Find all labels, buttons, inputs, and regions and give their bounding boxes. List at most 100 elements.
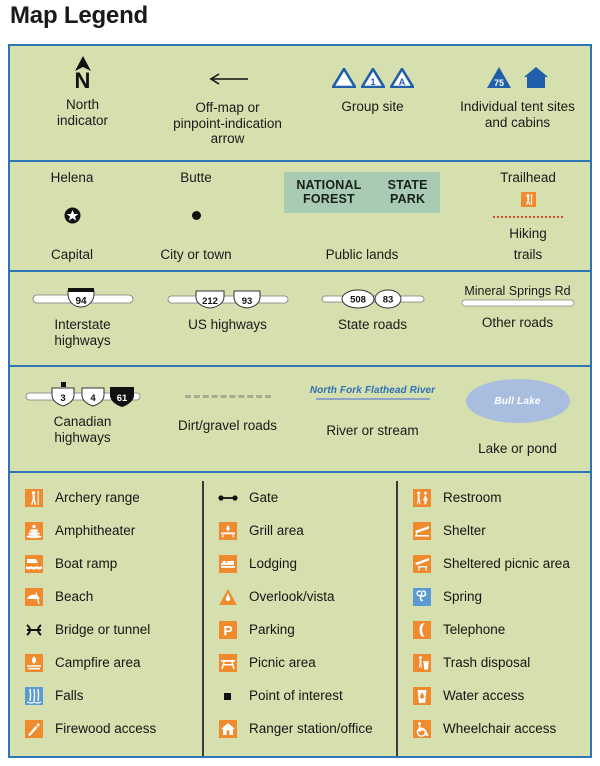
- public-lands-label: Public lands: [325, 246, 399, 262]
- symbol-label: Amphitheater: [55, 523, 136, 538]
- interstate-label-line1: Interstate: [54, 317, 111, 332]
- sp-line2: PARK: [389, 192, 426, 206]
- water-access-icon: [412, 686, 432, 706]
- symbol-archery-range: Archery range: [24, 481, 196, 514]
- symbol-trash-disposal: Trash disposal: [412, 646, 584, 679]
- river-name: North Fork Flathead River: [309, 385, 436, 396]
- legend-item-interstate: 94 Interstate highways: [10, 272, 155, 365]
- archery-range-icon: [24, 488, 44, 508]
- public-lands-box: NATIONAL FOREST STATE PARK: [284, 172, 440, 213]
- us-highways-label: US highways: [188, 317, 267, 332]
- symbol-amphitheater: Amphitheater: [24, 514, 196, 547]
- trailhead-label-line1: Hiking: [509, 226, 547, 242]
- legend-item-state-roads: 508 83 State roads: [300, 272, 445, 365]
- public-lands-state-park: STATE PARK: [388, 178, 428, 206]
- tent-site-icon: 75: [486, 66, 549, 89]
- symbol-spring: Spring: [412, 580, 584, 613]
- symbol-label: Telephone: [443, 622, 506, 637]
- symbol-picnic-area: Picnic area: [218, 646, 390, 679]
- svg-text:75: 75: [494, 78, 504, 88]
- symbol-label: Ranger station/office: [249, 721, 373, 736]
- group-site-triangle-icon: 1 A: [331, 68, 414, 88]
- symbol-shelter: Shelter: [412, 514, 584, 547]
- symbol-ranger-station: Ranger station/office: [218, 712, 390, 745]
- svg-text:93: 93: [241, 296, 252, 307]
- symbol-label: Water access: [443, 688, 525, 703]
- north-letter: N: [74, 68, 91, 93]
- section-water-and-canadian: 3 4 61 Canadian highways Dirt/gravel roa…: [10, 367, 590, 473]
- section-places: Helena Capital Butte City or town NATION…: [10, 162, 590, 272]
- gate-icon: [218, 488, 238, 508]
- symbol-label: Shelter: [443, 523, 486, 538]
- parking-icon: P: [218, 620, 238, 640]
- city-name: Butte: [180, 170, 212, 185]
- legend-item-dirt-roads: Dirt/gravel roads: [155, 367, 300, 471]
- trailhead-name: Trailhead: [500, 170, 556, 185]
- sheltered-picnic-icon: [412, 554, 432, 574]
- legend-item-lake: Bull Lake Lake or pond: [445, 367, 590, 471]
- symbol-label: Boat ramp: [55, 556, 118, 571]
- legend-item-city: Butte City or town: [134, 162, 258, 270]
- public-lands-national-forest: NATIONAL FOREST: [296, 178, 361, 206]
- individual-label-line1: Individual tent sites: [460, 99, 575, 114]
- legend-item-trailhead: Trailhead Hiking trails: [466, 162, 590, 270]
- section-roads: 94 Interstate highways 212 93 US highway…: [10, 272, 590, 367]
- section-orientation-camping: N North indicator Off-map or pinpoint-in…: [10, 46, 590, 162]
- restroom-icon: [412, 488, 432, 508]
- other-roads-label: Other roads: [481, 315, 554, 330]
- trailhead-hiker-icon: [520, 192, 536, 208]
- legend-item-other-roads: Mineral Springs Rd Other roads: [445, 272, 590, 365]
- boat-ramp-icon: [24, 554, 44, 574]
- state-shield-icon: 508 83: [318, 284, 428, 310]
- interstate-shield-icon: 94: [28, 284, 138, 310]
- canadian-label-line1: Canadian: [53, 414, 112, 429]
- capital-label: Capital: [50, 246, 94, 262]
- symbol-label: Parking: [249, 622, 295, 637]
- telephone-icon: [412, 620, 432, 640]
- symbol-label: Overlook/vista: [249, 589, 335, 604]
- symbol-label: Picnic area: [249, 655, 316, 670]
- symbol-overlook-vista: Overlook/vista: [218, 580, 390, 613]
- other-road-name: Mineral Springs Rd: [464, 284, 571, 298]
- symbol-label: Spring: [443, 589, 483, 604]
- legend-item-group-site: 1 A Group site: [300, 46, 445, 160]
- symbol-label: Campfire area: [55, 655, 141, 670]
- legend-item-us-highways: 212 93 US highways: [155, 272, 300, 365]
- svg-text:212: 212: [202, 296, 218, 307]
- dirt-road-line-icon: [184, 395, 271, 398]
- legend-item-public-lands: NATIONAL FOREST STATE PARK Public lands: [258, 162, 466, 270]
- amphitheater-icon: [24, 521, 44, 541]
- symbol-label: Firewood access: [55, 721, 157, 736]
- falls-icon: [24, 686, 44, 706]
- lake-name: Bull Lake: [494, 395, 541, 407]
- firewood-access-icon: [24, 719, 44, 739]
- trailhead-label-line2: trails: [513, 246, 543, 262]
- symbol-label: Lodging: [249, 556, 298, 571]
- grill-area-icon: [218, 521, 238, 541]
- bridge-tunnel-icon: [24, 620, 44, 640]
- capital-star-icon: [64, 207, 81, 224]
- beach-icon: [24, 587, 44, 607]
- symbol-water-access: Water access: [412, 679, 584, 712]
- symbol-label: Archery range: [55, 490, 140, 505]
- left-arrow-icon: [207, 72, 249, 86]
- symbol-campfire-area: Campfire area: [24, 646, 196, 679]
- symbol-falls: Falls: [24, 679, 196, 712]
- canadian-shield-icon: 3 4 61: [22, 379, 144, 407]
- symbol-beach: Beach: [24, 580, 196, 613]
- svg-text:1: 1: [370, 77, 375, 87]
- legend-item-north-indicator: N North indicator: [10, 46, 155, 160]
- svg-text:61: 61: [116, 393, 127, 404]
- symbol-label: Restroom: [443, 490, 502, 505]
- canadian-label-line2: highways: [54, 429, 111, 445]
- page-title: Map Legend: [10, 2, 149, 29]
- group-site-label: Group site: [341, 99, 404, 114]
- dirt-roads-label: Dirt/gravel roads: [177, 418, 278, 433]
- symbol-parking: P Parking: [218, 613, 390, 646]
- svg-text:94: 94: [75, 296, 87, 307]
- individual-label-line2: and cabins: [484, 114, 551, 130]
- legend-item-individual-sites: 75 Individual tent sites and cabins: [445, 46, 590, 160]
- interstate-label-line2: highways: [54, 332, 111, 348]
- capital-name: Helena: [50, 170, 94, 185]
- river-line-icon: [315, 397, 430, 401]
